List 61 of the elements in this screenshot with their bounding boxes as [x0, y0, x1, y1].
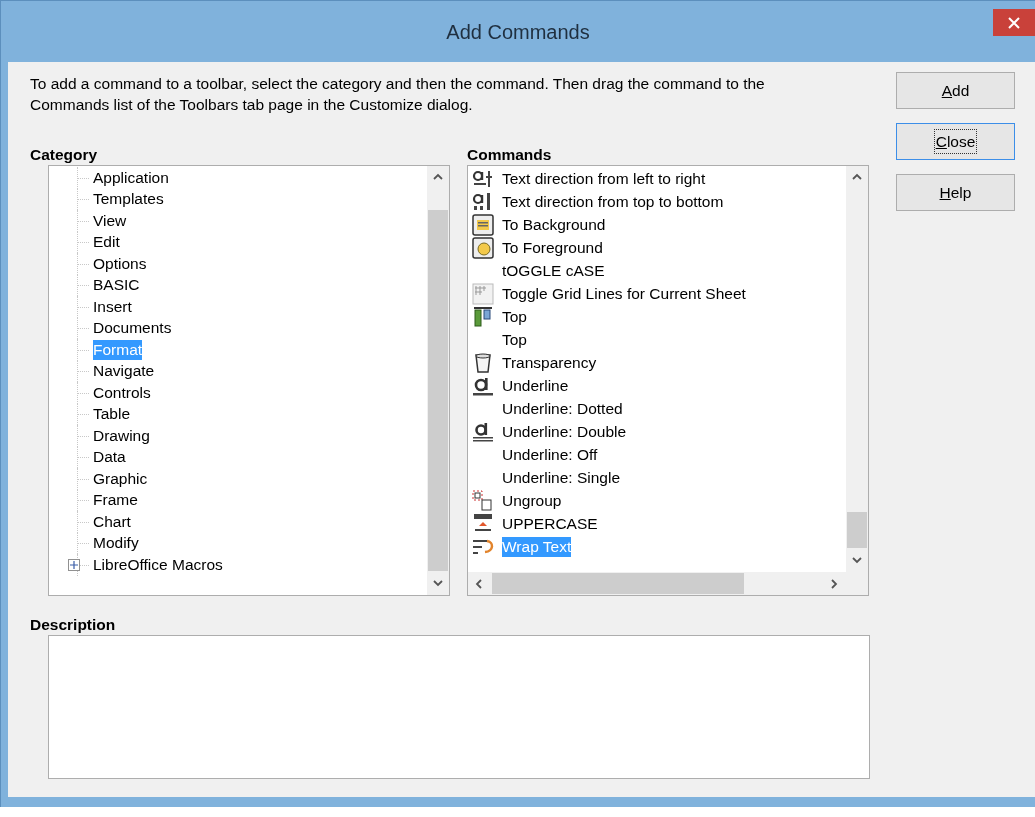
command-item[interactable]: Underline: Double: [502, 421, 627, 442]
dialog-button[interactable]: Add: [896, 72, 1015, 109]
intro-text: To add a command to a toolbar, select the category and then the command. Then drag the command to the Commands list of the Toolbars tab page in the Customize dialog.: [30, 74, 766, 115]
scrollbar-thumb[interactable]: [428, 210, 448, 571]
tree-item[interactable]: Frame: [93, 490, 138, 511]
tree-item[interactable]: Application: [93, 167, 169, 188]
command-item[interactable]: UPPERCASE: [502, 513, 598, 534]
ungroup-icon: [472, 489, 494, 512]
command-item[interactable]: Text direction from top to bottom: [502, 191, 724, 212]
command-item[interactable]: Toggle Grid Lines for Current Sheet: [502, 283, 746, 304]
tree-item[interactable]: Navigate: [93, 361, 155, 382]
tree-item[interactable]: Graphic: [93, 468, 148, 489]
close-button[interactable]: [993, 9, 1035, 36]
command-item[interactable]: To Background: [502, 214, 606, 235]
tree-item[interactable]: BASIC: [93, 275, 140, 296]
glass-icon: [472, 351, 494, 374]
underline-icon: [472, 420, 494, 443]
expand-button[interactable]: [68, 559, 80, 571]
command-item[interactable]: Underline: Dotted: [502, 398, 623, 419]
scrollbar-thumb[interactable]: [847, 512, 867, 548]
layer-icon: [472, 236, 494, 259]
dialog-button[interactable]: Help: [896, 174, 1015, 211]
plus-icon: [70, 561, 78, 569]
horizontal-scrollbar[interactable]: [468, 572, 868, 595]
layer-icon: [472, 213, 494, 236]
tree-item[interactable]: View: [93, 210, 127, 231]
dialog-button[interactable]: Close: [896, 123, 1015, 160]
scrollbar[interactable]: [427, 166, 449, 595]
description-label: Description: [30, 615, 117, 634]
tree-item[interactable]: Templates: [93, 189, 164, 210]
command-item[interactable]: To Foreground: [502, 237, 603, 258]
tree-item[interactable]: Table: [93, 404, 131, 425]
tree-item[interactable]: Chart: [93, 511, 131, 532]
commands-label: Commands: [467, 145, 553, 164]
grid-icon: [472, 282, 494, 305]
scrollbar-thumb[interactable]: [492, 573, 744, 594]
command-item[interactable]: Top: [502, 329, 527, 350]
close-icon: [1008, 16, 1020, 29]
tree-item[interactable]: Options: [93, 253, 147, 274]
tree-item[interactable]: LibreOffice Macros: [93, 554, 223, 575]
command-item[interactable]: Underline: [502, 375, 569, 396]
align-top-icon: [472, 305, 494, 328]
command-item[interactable]: Underline: Single: [502, 467, 621, 488]
command-item[interactable]: Underline: Off: [502, 444, 598, 465]
window-title: Add Commands: [446, 19, 590, 45]
category-label: Category: [30, 145, 99, 164]
tree-item[interactable]: Data: [93, 447, 126, 468]
command-item[interactable]: Ungroup: [502, 490, 562, 511]
scrollbar[interactable]: [846, 166, 868, 572]
command-item[interactable]: Top: [502, 306, 527, 327]
tree-item[interactable]: Documents: [93, 318, 172, 339]
command-item[interactable]: Transparency: [502, 352, 597, 373]
category-tree[interactable]: Application Templates View Edit Options BASIC Insert Documents Format Navigate Controls Table Drawing Data Graphic Frame Chart Modify LibreOffice Macros: [48, 165, 450, 596]
tree-item[interactable]: Edit: [93, 232, 120, 253]
tree-item[interactable]: Insert: [93, 296, 132, 317]
tree-item[interactable]: Controls: [93, 382, 151, 403]
command-item[interactable]: tOGGLE cASE: [502, 260, 605, 281]
tree-item[interactable]: Drawing: [93, 425, 150, 446]
command-item[interactable]: Text direction from left to right: [502, 168, 706, 189]
tree-item[interactable]: Modify: [93, 533, 139, 554]
commands-list[interactable]: [467, 165, 869, 596]
